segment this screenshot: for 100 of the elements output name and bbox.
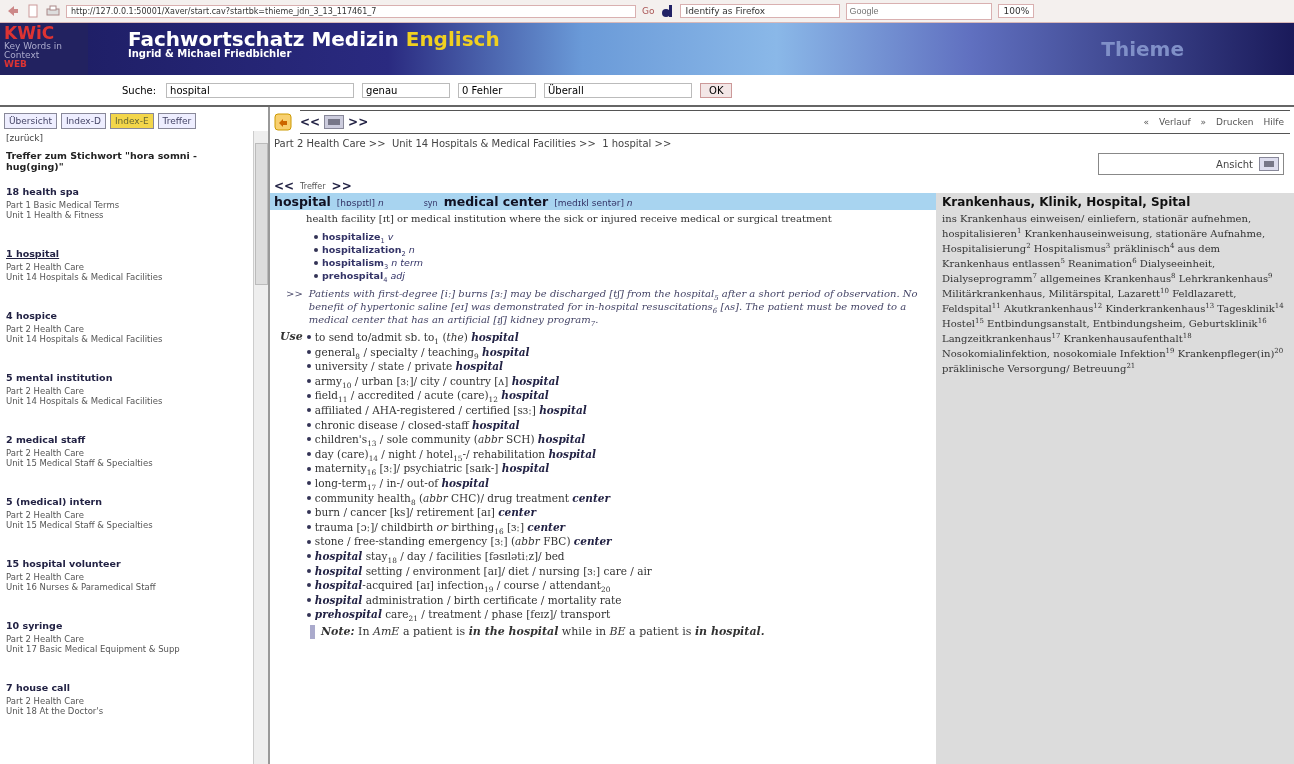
collocation: hospital stay$_{18}$ / day / facilities [fəsɪlətiːz]/ bed (314, 548, 565, 564)
hit-part: Part 1 Basic Medical Terms (6, 200, 120, 210)
hit-link[interactable]: 10 syringe (6, 620, 63, 631)
definition: health facility [ɪt] or medical institution where the sick or injured receive medical or surgical treatment (305, 212, 833, 224)
translation-text: ins Krankenhaus einweisen/ einliefern, stationär aufnehmen, hospitalisieren$^{1}$ Krankenhauseinweisung, stationäre Aufnahme, Hospitalisierung$^{2}$ Hospitalismus$^{3}$ präklinisch$^{4}$ aus dem Krankenhaus entlassen$^{5}$ Reanimation$^{6}$ Dialyseeinheit, Dialyseprogramm$^{7}$ allgemeines Krankenhaus$^{8}$ Lehrkrankenhaus$^{9}$ Militärkrankenhaus, Militärspital, Lazarett$^{10}$ Feldlazarett, Feldspital$^{11}$ Akutkrankenhaus$^{12}$ Kinderkrankenhaus$^{13}$ Tagesklinik$^{14}$ Hostel$^{15}$ Entbindungsanstalt, Entbindungsheim, Geburtsklinik$^{16}$ Langzeitkrankenhaus$^{17}$ Krankenhausaufenthalt$^{18}$ Nosokomialinfektion, nosokomiale Infektion$^{19}$ Krankenpfleger(in)$^{20}$ präklinische Versorgung/ Betreuung$^{21}$ (942, 212, 1285, 376)
error-select[interactable]: 0 Fehler (458, 82, 537, 98)
collocation: trauma [ɔː]/ childbirth or birthing$_{16}$ [ɜː] center (314, 519, 566, 535)
help-link[interactable]: Hilfe (1263, 117, 1284, 127)
hits-label: Treffer (300, 181, 326, 191)
scope-select[interactable]: Überall (544, 82, 693, 98)
history-link[interactable]: Verlauf (1159, 117, 1191, 127)
previous-link[interactable]: << (300, 115, 321, 129)
search-input[interactable]: hospital (166, 82, 355, 98)
bullet-icon (306, 422, 311, 427)
derivative: hospitalize$_{1}$ v (322, 230, 394, 243)
hit-part: Part 2 Health Care (6, 324, 84, 334)
hit-link[interactable]: 5 (medical) intern (6, 496, 103, 507)
page-icon[interactable] (26, 4, 40, 18)
view-icon[interactable] (1259, 157, 1279, 171)
collocation: hospital-acquired [aɪ] infection$_{19}$ / course / attendant$_{20}$ (314, 578, 611, 593)
headword: hospital (274, 194, 331, 209)
bullet-icon (314, 273, 318, 278)
history-forward-link[interactable]: » (1200, 117, 1207, 127)
hit-link[interactable]: 18 health spa (6, 186, 79, 197)
logo: KWiC Key Words in Context WEB (0, 23, 88, 75)
bullet-icon (314, 260, 318, 265)
hit-unit: Unit 14 Hospitals & Medical Facilities (6, 334, 163, 344)
address-field[interactable]: http://127.0.0.1:50001/Xaver/start.cav?startbk=thieme_jdn_3_13_117461_7 (66, 4, 636, 18)
back-link[interactable]: [zurück] (6, 133, 43, 143)
derivative: hospitalism$_{3}$ n term (322, 256, 424, 269)
print-link[interactable]: Drucken (1216, 117, 1254, 127)
bullet-icon (306, 554, 311, 559)
hit-part: Part 2 Health Care (6, 696, 84, 706)
sidebar-tab[interactable]: Index-D (60, 113, 106, 129)
publisher-logo: Thieme (1101, 37, 1184, 61)
back-icon[interactable] (6, 4, 20, 18)
bullet-icon (306, 612, 311, 617)
hit-unit: Unit 15 Medical Staff & Specialties (6, 520, 153, 530)
hit-link[interactable]: 2 medical staff (6, 434, 86, 445)
ok-button[interactable]: OK (700, 82, 733, 98)
print-icon[interactable] (46, 4, 60, 18)
derivative: prehospital$_{4}$ adj (322, 269, 405, 282)
hit-part: Part 2 Health Care (6, 510, 84, 520)
bullet-icon (306, 495, 311, 500)
hit-link[interactable]: 15 hospital volunteer (6, 558, 121, 569)
bullet-icon (306, 379, 311, 384)
breadcrumb: Part 2 Health Care >> Unit 14 Hospitals & Medical Facilities >> 1 hospital >> (273, 137, 673, 151)
bullet-icon (306, 539, 311, 544)
next-link[interactable]: >> (348, 115, 369, 129)
example-text: Patients with first-degree [iː] burns [ɜː] may be discharged [tʃ] from the hospital$_{5}$ after a short period of observation. No benefit of hypertonic saline [eɪ] was demonstrated for in-hospital resuscitations$_{6}$ [ʌs]. The patient must be moved to a medical center that has an artificial [ɪʃ] kidney program$_{7}$. (308, 287, 919, 326)
match-select[interactable]: genau (362, 82, 451, 98)
example-marker: >> (286, 287, 303, 301)
scrollbar-thumb[interactable] (255, 143, 268, 285)
hit-part: Part 2 Health Care (6, 448, 84, 458)
hit-part: Part 2 Health Care (6, 634, 84, 644)
search-field[interactable]: Google (846, 2, 993, 20)
bullet-icon (306, 583, 311, 588)
collocation: university / state / private hospital (314, 359, 504, 374)
collocation: burn / cancer [ks]/ retirement [aɪ] center (314, 505, 536, 520)
bullet-icon (306, 598, 311, 602)
sidebar-tab[interactable]: Treffer (157, 113, 197, 129)
bullet-icon (306, 408, 311, 413)
collocation: community health$_{8}$ (abbr CHC)/ drug treatment center (314, 490, 611, 506)
hit-link[interactable]: 1 hospital (6, 248, 60, 259)
bullet-icon (306, 335, 311, 340)
collocation: general$_{8}$ / specialty / teaching$_{9}$ hospital (314, 344, 530, 360)
hit-link[interactable]: 7 house call (6, 682, 70, 693)
bullet-icon (306, 568, 311, 573)
sidebar-tab[interactable]: Übersicht (4, 113, 57, 129)
history-back-link[interactable]: « (1143, 117, 1149, 127)
scrollbar[interactable] (253, 131, 268, 764)
go-button[interactable]: Go (642, 6, 655, 16)
hit-link[interactable]: 5 mental institution (6, 372, 113, 383)
hit-unit: Unit 17 Basic Medical Equipment & Supp (6, 644, 180, 654)
hit-part: Part 2 Health Care (6, 572, 84, 582)
user-agent-select[interactable]: Identify as Firefox (680, 4, 841, 18)
hit-part: Part 2 Health Care (6, 262, 84, 272)
collocation: day (care)$_{14}$ / night / hotel$_{15}$-/ rehabilitation hospital (314, 446, 596, 462)
pronunciation: [hɒspɪtl] n (336, 198, 384, 208)
collocation: children's$_{13}$ / sole community (abbr SCH) hospital (314, 432, 586, 447)
hit-unit: Unit 14 Hospitals & Medical Facilities (6, 396, 163, 406)
previous-hit-link[interactable]: << (274, 179, 295, 193)
synonym: medical center (443, 194, 549, 209)
hit-link[interactable]: 4 hospice (6, 310, 57, 321)
hits-heading: Treffer zum Stichwort "hora somni - hug(ging)" (6, 150, 199, 172)
collocation: field$_{11}$ / accredited / acute (care)$_{12}$ hospital (314, 388, 549, 403)
zoom-select[interactable]: 100% (998, 4, 1035, 18)
app-subtitle: Ingrid & Michael Friedbichler (128, 49, 293, 59)
bullet-icon (306, 481, 311, 486)
bullet-icon (306, 393, 311, 398)
collocation: long-term$_{17}$ / in-/ out-of hospital (314, 475, 489, 491)
bullet-icon (306, 437, 311, 442)
collocation: army$_{10}$ / urban [ɜː]/ city / country [ʌ] hospital (314, 373, 560, 389)
view-control[interactable]: Ansicht (1098, 153, 1284, 175)
synonym-label: syn (423, 199, 438, 208)
toc-icon[interactable] (324, 115, 345, 129)
sidebar-tab[interactable]: Index-E (109, 113, 154, 129)
bullet-icon (306, 364, 311, 369)
usage-note: Note: In AmE a patient is in the hospital while in BE a patient is in hospital. (321, 625, 765, 639)
next-hit-link[interactable]: >> (331, 179, 352, 193)
